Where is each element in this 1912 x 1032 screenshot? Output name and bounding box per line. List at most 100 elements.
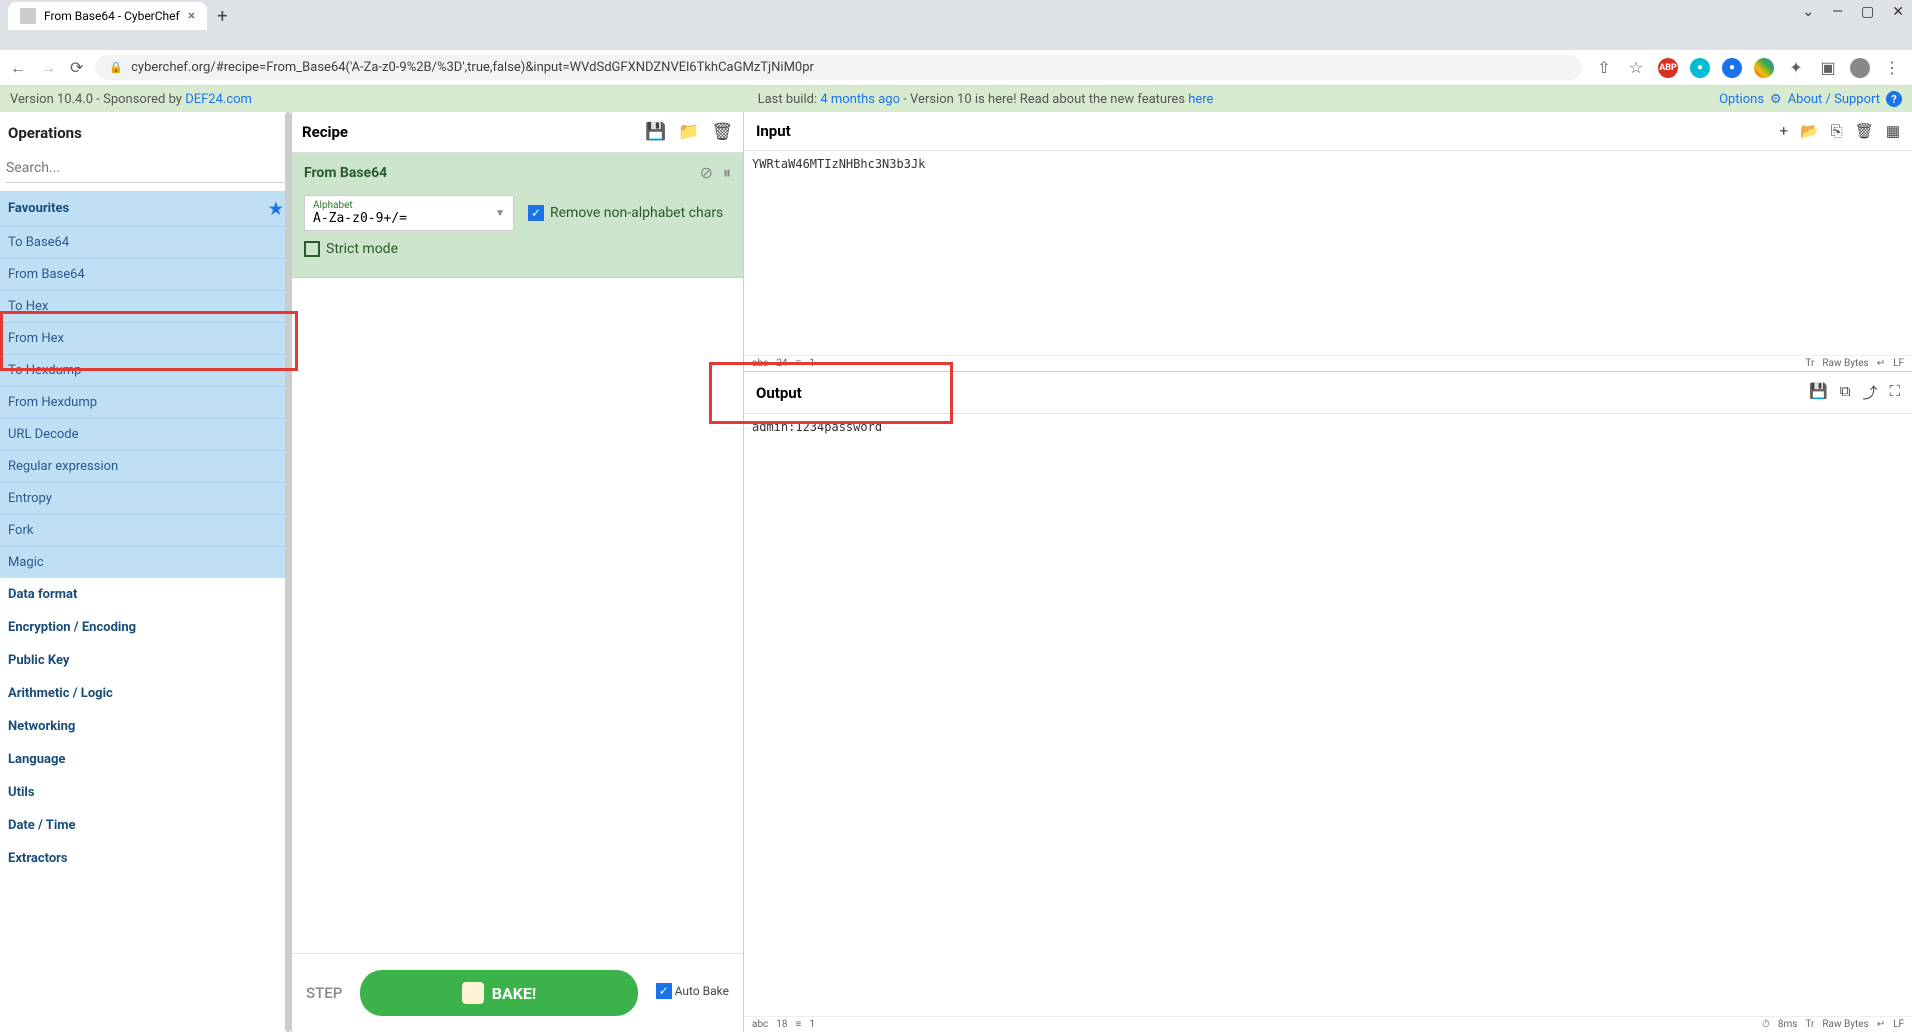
maximize-output-icon[interactable]: ⛶ xyxy=(1889,382,1900,403)
extension-icon-1[interactable]: ● xyxy=(1690,58,1710,78)
help-icon[interactable]: ? xyxy=(1886,91,1902,107)
build-link[interactable]: 4 months ago xyxy=(820,92,900,107)
output-eol-icon[interactable]: ↵ xyxy=(1877,1019,1885,1030)
menu-icon[interactable]: ⋮ xyxy=(1882,58,1902,78)
extension-icon-2[interactable]: ● xyxy=(1722,58,1742,78)
input-lf[interactable]: LF xyxy=(1893,358,1904,369)
alphabet-value: A-Za-z0-9+/= xyxy=(313,211,505,226)
maximize-icon[interactable]: ▢ xyxy=(1861,4,1874,20)
alphabet-label: Alphabet xyxy=(313,200,505,211)
output-lf[interactable]: LF xyxy=(1893,1019,1904,1030)
profile-avatar[interactable] xyxy=(1850,58,1870,78)
op-to-hexdump[interactable]: To Hexdump xyxy=(0,354,291,386)
cat-data-format[interactable]: Data format xyxy=(0,578,291,611)
strict-mode-label: Strict mode xyxy=(326,241,398,257)
clear-recipe-icon[interactable]: 🗑 xyxy=(711,122,733,142)
forward-button[interactable]: → xyxy=(40,58,56,78)
bookmark-icon[interactable]: ☆ xyxy=(1626,58,1646,78)
op-from-hexdump[interactable]: From Hexdump xyxy=(0,386,291,418)
scrollbar[interactable] xyxy=(285,112,291,1032)
cat-arithmetic[interactable]: Arithmetic / Logic xyxy=(0,677,291,710)
close-window-icon[interactable]: ✕ xyxy=(1892,4,1904,20)
move-output-icon[interactable]: ⤴ xyxy=(1862,382,1877,403)
chef-icon xyxy=(462,982,484,1004)
remove-non-alpha-checkbox[interactable]: ✓ xyxy=(528,205,544,221)
op-to-base64[interactable]: To Base64 xyxy=(0,226,291,258)
back-button[interactable]: ← xyxy=(10,58,26,78)
op-to-hex[interactable]: To Hex xyxy=(0,290,291,322)
open-folder-icon[interactable]: 📂 xyxy=(1800,122,1819,140)
reload-button[interactable]: ⟳ xyxy=(70,58,83,78)
auto-bake-label: Auto Bake xyxy=(675,984,729,998)
close-tab-icon[interactable]: × xyxy=(188,8,195,24)
extensions-icon[interactable]: ✦ xyxy=(1786,58,1806,78)
op-magic[interactable]: Magic xyxy=(0,546,291,578)
build-prefix: Last build: xyxy=(758,92,821,107)
recipe-op-from-base64[interactable]: From Base64 ⊘ ⏸ Alphabet A-Za-z0-9+/= ▼ … xyxy=(292,153,743,278)
new-tab-button[interactable]: + xyxy=(217,6,227,27)
copy-output-icon[interactable]: ⧉ xyxy=(1840,382,1851,403)
input-textarea[interactable]: YWRtaW46MTIzNHBhc3N3b3Jk xyxy=(744,151,1912,355)
features-link[interactable]: here xyxy=(1188,92,1213,107)
op-from-base64[interactable]: From Base64 xyxy=(0,258,291,290)
cat-language[interactable]: Language xyxy=(0,743,291,776)
sponsored-text: Sponsored by xyxy=(103,92,185,107)
output-time-icon: ⏱ xyxy=(1762,1019,1770,1030)
reset-layout-icon[interactable]: ▦ xyxy=(1886,122,1900,140)
strict-mode-checkbox[interactable] xyxy=(304,241,320,257)
star-icon: ★ xyxy=(269,199,283,218)
step-button[interactable]: STEP xyxy=(306,984,342,1002)
save-output-icon[interactable]: 💾 xyxy=(1809,382,1828,403)
sidepanel-icon[interactable]: ▣ xyxy=(1818,58,1838,78)
cat-networking[interactable]: Networking xyxy=(0,710,291,743)
cat-public-key[interactable]: Public Key xyxy=(0,644,291,677)
input-eol-icon[interactable]: ↵ xyxy=(1877,358,1885,369)
output-encoding-icon[interactable]: Tr xyxy=(1805,1019,1814,1030)
cat-extractors[interactable]: Extractors xyxy=(0,842,291,875)
recipe-title: Recipe xyxy=(302,123,645,141)
op-regex[interactable]: Regular expression xyxy=(0,450,291,482)
op-fork[interactable]: Fork xyxy=(0,514,291,546)
cat-utils[interactable]: Utils xyxy=(0,776,291,809)
auto-bake-checkbox[interactable]: ✓ xyxy=(656,983,672,999)
input-encoding-icon[interactable]: Tr xyxy=(1805,358,1814,369)
output-raw-bytes[interactable]: Raw Bytes xyxy=(1822,1019,1868,1030)
about-link[interactable]: About / Support xyxy=(1788,92,1880,107)
search-input[interactable] xyxy=(6,154,285,183)
browser-tab[interactable]: From Base64 - CyberChef × xyxy=(8,2,207,30)
minimize-icon[interactable]: — xyxy=(1832,4,1843,20)
open-file-icon[interactable]: ⎘ xyxy=(1831,122,1843,140)
bake-button[interactable]: BAKE! xyxy=(360,970,637,1016)
input-char-icon: abc xyxy=(752,358,768,369)
sponsor-link[interactable]: DEF24.com xyxy=(185,92,252,107)
cat-datetime[interactable]: Date / Time xyxy=(0,809,291,842)
extension-icon-3[interactable] xyxy=(1754,58,1774,78)
tab-title: From Base64 - CyberChef xyxy=(44,9,180,23)
output-content[interactable]: admin:1234password xyxy=(744,414,1912,1016)
save-recipe-icon[interactable]: 💾 xyxy=(645,122,666,142)
output-line-count: 1 xyxy=(809,1019,815,1030)
options-link[interactable]: Options xyxy=(1719,92,1764,107)
op-entropy[interactable]: Entropy xyxy=(0,482,291,514)
op-url-decode[interactable]: URL Decode xyxy=(0,418,291,450)
output-line-icon: ≡ xyxy=(796,1019,802,1030)
disable-op-icon[interactable]: ⊘ xyxy=(700,163,713,183)
build-suffix: - Version 10 is here! Read about the new… xyxy=(903,92,1188,107)
chevron-down-icon[interactable]: ⌄ xyxy=(1802,4,1814,20)
input-title: Input xyxy=(756,122,1780,140)
cat-encryption[interactable]: Encryption / Encoding xyxy=(0,611,291,644)
favourites-header[interactable]: Favourites ★ xyxy=(0,191,291,226)
pause-op-icon[interactable]: ⏸ xyxy=(723,163,731,183)
op-from-hex[interactable]: From Hex xyxy=(0,322,291,354)
share-icon[interactable]: ⇧ xyxy=(1594,58,1614,78)
clear-input-icon[interactable]: 🗑 xyxy=(1855,122,1874,140)
extension-abp-icon[interactable]: ABP xyxy=(1658,58,1678,78)
alphabet-select[interactable]: Alphabet A-Za-z0-9+/= ▼ xyxy=(304,195,514,231)
load-recipe-icon[interactable]: 📁 xyxy=(678,122,699,142)
add-input-tab-icon[interactable]: + xyxy=(1780,122,1789,140)
gear-icon[interactable]: ⚙ xyxy=(1770,92,1782,107)
remove-non-alpha-label: Remove non-alphabet chars xyxy=(550,205,723,221)
input-raw-bytes[interactable]: Raw Bytes xyxy=(1822,358,1868,369)
input-line-count: 1 xyxy=(809,358,815,369)
address-bar[interactable]: 🔒 cyberchef.org/#recipe=From_Base64('A-Z… xyxy=(95,55,1582,80)
